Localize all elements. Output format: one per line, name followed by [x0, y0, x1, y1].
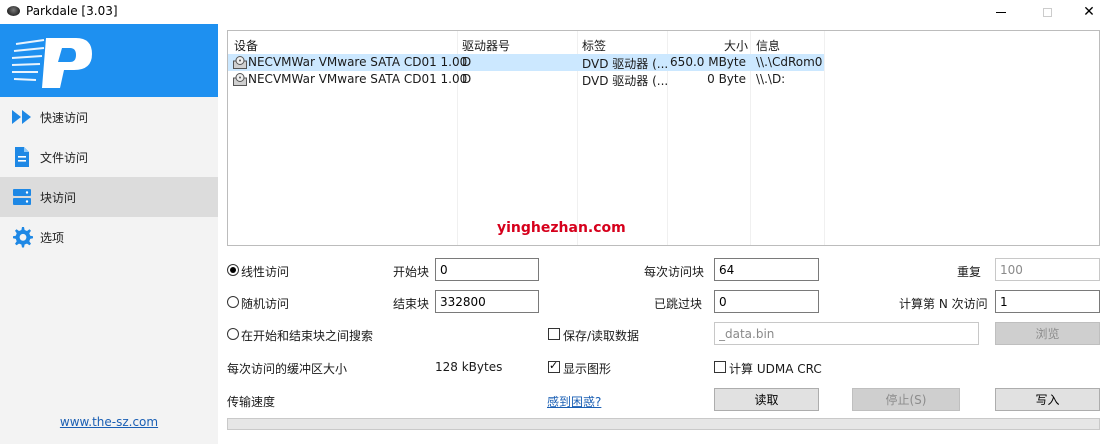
linear-access-label[interactable]: 线性访问 [241, 263, 289, 280]
write-button[interactable]: 写入 [995, 388, 1100, 411]
buffer-size-value: 128 kBytes [435, 360, 503, 374]
app-logo [0, 24, 218, 97]
fast-forward-icon [12, 110, 31, 124]
storage-blocks-icon [13, 189, 31, 205]
sidebar-item-options[interactable]: 选项 [0, 217, 218, 257]
maximize-icon [1042, 7, 1052, 17]
between-search-radio[interactable] [227, 328, 239, 340]
skipped-blocks-label: 已跳过块 [654, 297, 703, 311]
minimize-icon [996, 11, 1006, 13]
column-header-size[interactable]: 大小 [724, 37, 748, 54]
data-file-input [714, 322, 979, 345]
cell-size: 650.0 MByte [670, 55, 746, 69]
udma-crc-checkbox[interactable] [714, 361, 726, 373]
sidebar-item-label: 选项 [40, 230, 65, 245]
save-read-data-label[interactable]: 保存/读取数据 [563, 327, 639, 344]
sidebar: 快速访问 文件访问 块访问 选项 www.the-sz.com [0, 24, 218, 444]
logo-p-icon [11, 38, 92, 88]
transfer-speed-label: 传输速度 [227, 395, 276, 409]
cell-device: NECVMWar VMware SATA CD01 1.00 [248, 72, 468, 86]
repeat-label: 重复 [957, 265, 982, 279]
cell-info: \\.\CdRom0 [756, 55, 823, 69]
sidebar-item-label: 文件访问 [40, 150, 89, 165]
blocks-per-access-input[interactable] [714, 258, 819, 281]
list-item[interactable]: NECVMWar VMware SATA CD01 1.00 D DVD 驱动器… [228, 71, 824, 88]
list-header: 设备 驱动器号 标签 大小 信息 [228, 37, 828, 53]
window-title: Parkdale [3.03] [26, 4, 118, 18]
watermark-text: yinghezhan.com [497, 220, 626, 236]
close-button[interactable]: ✕ [1066, 0, 1111, 24]
cd-drive-icon [233, 56, 247, 69]
between-search-label[interactable]: 在开始和结束块之间搜索 [241, 327, 373, 344]
linear-access-radio[interactable] [227, 264, 239, 276]
column-header-info[interactable]: 信息 [756, 37, 780, 54]
cd-drive-icon [233, 73, 247, 86]
skipped-blocks-input[interactable] [714, 290, 819, 313]
sidebar-item-label: 快速访问 [40, 110, 89, 125]
cell-info: \\.\D: [756, 72, 786, 86]
column-header-device[interactable]: 设备 [234, 37, 258, 54]
show-graph-checkbox[interactable] [548, 359, 560, 373]
cell-size: 0 Byte [707, 72, 746, 86]
cell-drive: D [462, 72, 472, 86]
stop-button: 停止(S) [852, 388, 960, 411]
title-bar: Parkdale [3.03] ✕ [0, 0, 1111, 24]
sidebar-item-quick-access[interactable]: 快速访问 [0, 97, 218, 137]
nth-access-label: 计算第 N 次访问 [899, 297, 988, 311]
save-read-data-checkbox[interactable] [548, 328, 560, 340]
column-header-label[interactable]: 标签 [582, 37, 606, 54]
blocks-per-access-label: 每次访问块 [644, 265, 705, 279]
website-link[interactable]: www.the-sz.com [0, 415, 218, 429]
device-list[interactable]: 设备 驱动器号 标签 大小 信息 NECVMWar VMware SATA CD… [227, 30, 1100, 246]
end-block-label: 结束块 [393, 297, 430, 311]
sidebar-item-block-access[interactable]: 块访问 [0, 177, 218, 217]
cell-label: DVD 驱动器 (... [582, 74, 669, 88]
repeat-input [995, 258, 1100, 281]
list-item[interactable]: NECVMWar VMware SATA CD01 1.00 D DVD 驱动器… [228, 54, 824, 71]
random-access-label[interactable]: 随机访问 [241, 295, 289, 312]
sidebar-item-label: 块访问 [40, 190, 77, 205]
cell-drive: D [462, 55, 472, 69]
end-block-input[interactable] [435, 290, 539, 313]
maximize-button [1024, 0, 1070, 24]
app-icon [7, 6, 20, 16]
start-block-label: 开始块 [393, 265, 430, 279]
cell-device: NECVMWar VMware SATA CD01 1.00 [248, 55, 468, 69]
buffer-size-label: 每次访问的缓冲区大小 [227, 362, 348, 376]
document-icon [15, 147, 29, 167]
read-button[interactable]: 读取 [714, 388, 819, 411]
nth-access-input[interactable] [995, 290, 1100, 313]
minimize-button[interactable] [978, 0, 1024, 24]
show-graph-label[interactable]: 显示图形 [563, 360, 611, 377]
udma-crc-label[interactable]: 计算 UDMA CRC [729, 360, 822, 377]
column-header-drive[interactable]: 驱动器号 [462, 37, 510, 54]
start-block-input[interactable] [435, 258, 539, 281]
gear-icon [13, 227, 33, 248]
sidebar-item-file-access[interactable]: 文件访问 [0, 137, 218, 177]
browse-button: 浏览 [995, 322, 1100, 345]
help-link[interactable]: 感到困惑? [547, 393, 601, 410]
progress-bar [227, 418, 1100, 430]
random-access-radio[interactable] [227, 296, 239, 308]
cell-label: DVD 驱动器 (... [582, 57, 669, 71]
